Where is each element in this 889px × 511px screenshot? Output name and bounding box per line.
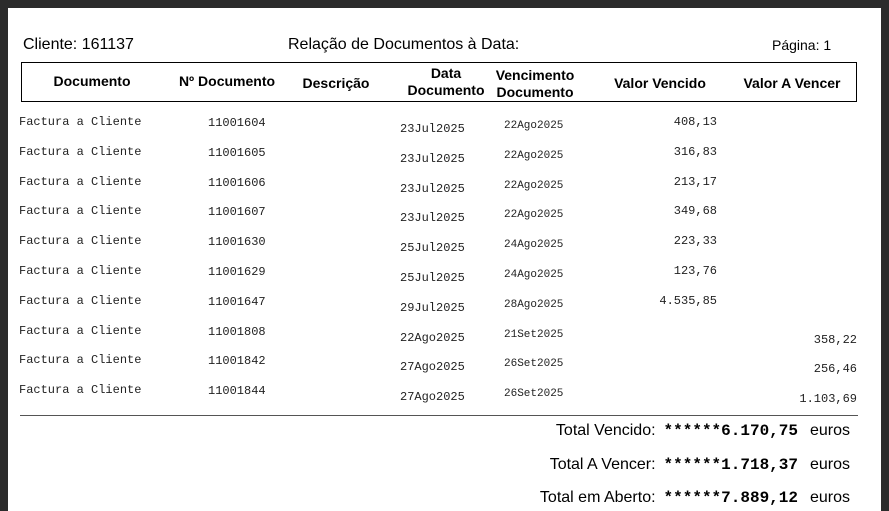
total-vencido-label: Total Vencido: — [555, 422, 656, 439]
col-valor-vencido: Valor Vencido — [614, 75, 706, 91]
row-valor-vencido: 123,76 — [673, 264, 717, 278]
col-data-documento-line2: Documento — [407, 82, 485, 98]
row-valor-vencido: 213,17 — [673, 174, 717, 189]
total-em-aberto-label: Total em Aberto: — [539, 489, 656, 506]
table-row: Factura a Cliente 11001844 27Ago2025 26Set2… — [8, 380, 881, 410]
row-numero: 11001647 — [208, 294, 266, 309]
total-vencido: Total Vencido: ******6.170,75 euros — [556, 422, 850, 440]
table-row: Factura a Cliente 11001630 25Jul2025 24Ago2… — [8, 231, 881, 261]
table-row: Factura a Cliente 11001605 23Jul2025 22Ago2… — [8, 142, 881, 172]
total-vencido-amount: ******6.170,75 — [663, 422, 798, 440]
row-documento: Factura a Cliente — [19, 293, 142, 308]
table-header: Documento Nº Documento Descrição Data Do… — [21, 62, 857, 102]
row-valor-vencido: 349,68 — [673, 204, 717, 219]
total-a-vencer: Total A Vencer: ******1.718,37 euros — [550, 456, 850, 474]
table-row: Factura a Cliente 11001647 29Jul2025 28Ago2… — [8, 291, 881, 321]
row-numero: 11001808 — [208, 324, 266, 339]
row-vencimento: 22Ago2025 — [504, 179, 564, 192]
row-data: 29Jul2025 — [400, 300, 465, 315]
row-valor-a-vencer: 1.103,69 — [799, 392, 857, 407]
row-numero: 11001629 — [208, 265, 266, 279]
table-row: Factura a Cliente 11001808 22Ago2025 21Set2… — [8, 321, 881, 351]
col-descricao: Descrição — [302, 75, 370, 91]
row-vencimento: 21Set2025 — [504, 328, 564, 341]
col-vencimento-line2: Documento — [496, 84, 574, 100]
row-data: 25Jul2025 — [400, 271, 465, 285]
row-vencimento: 26Set2025 — [504, 388, 564, 401]
row-documento: Factura a Cliente — [19, 234, 142, 249]
col-vencimento-line1: Vencimento — [495, 67, 575, 83]
row-valor-vencido: 316,83 — [673, 144, 717, 159]
row-vencimento: 28Ago2025 — [504, 298, 564, 311]
row-documento: Factura a Cliente — [19, 174, 142, 189]
row-data: 23Jul2025 — [400, 181, 465, 196]
total-vencido-currency: euros — [809, 422, 850, 439]
row-data: 27Ago2025 — [400, 390, 465, 405]
totals-divider — [20, 415, 858, 416]
table-row: Factura a Cliente 11001607 23Jul2025 22Ago2… — [8, 201, 881, 231]
row-numero: 11001844 — [208, 384, 266, 399]
row-documento: Factura a Cliente — [19, 383, 142, 398]
document-page: Cliente: 161137 Relação de Documentos à … — [8, 8, 881, 511]
row-vencimento: 24Ago2025 — [504, 269, 564, 281]
row-data: 23Jul2025 — [400, 122, 465, 136]
table-row: Factura a Cliente 11001604 23Jul2025 22Ago2… — [8, 112, 881, 142]
row-numero: 11001630 — [208, 235, 266, 250]
row-numero: 11001605 — [208, 145, 266, 160]
total-a-vencer-currency: euros — [809, 456, 850, 473]
row-vencimento: 22Ago2025 — [504, 120, 564, 132]
row-data: 23Jul2025 — [400, 151, 465, 166]
row-numero: 11001604 — [208, 116, 266, 130]
row-data: 22Ago2025 — [400, 330, 465, 345]
col-n-documento: Nº Documento — [178, 73, 276, 89]
row-vencimento: 24Ago2025 — [504, 239, 564, 252]
row-valor-vencido: 408,13 — [673, 115, 717, 129]
row-vencimento: 26Set2025 — [504, 358, 564, 371]
row-data: 27Ago2025 — [400, 360, 465, 375]
row-documento: Factura a Cliente — [19, 144, 142, 159]
row-vencimento: 22Ago2025 — [504, 209, 564, 222]
row-valor-a-vencer: 256,46 — [813, 362, 857, 377]
row-vencimento: 22Ago2025 — [504, 149, 564, 162]
row-numero: 11001842 — [208, 354, 266, 369]
row-documento: Factura a Cliente — [19, 115, 142, 129]
client-label: Cliente: 161137 — [23, 36, 134, 53]
row-documento: Factura a Cliente — [19, 353, 142, 368]
total-a-vencer-amount: ******1.718,37 — [663, 456, 798, 474]
row-numero: 11001607 — [208, 205, 266, 220]
row-documento: Factura a Cliente — [19, 264, 142, 278]
row-data: 23Jul2025 — [400, 211, 465, 226]
page-number: Página: 1 — [772, 37, 832, 53]
row-data: 25Jul2025 — [400, 241, 465, 256]
table-row: Factura a Cliente 11001629 25Jul2025 24Ago2… — [8, 261, 881, 291]
row-documento: Factura a Cliente — [19, 323, 142, 338]
col-data-documento: Data Documento — [400, 65, 492, 99]
col-vencimento-documento: Vencimento Documento — [488, 67, 582, 101]
total-em-aberto-currency: euros — [809, 489, 850, 506]
row-valor-a-vencer: 358,22 — [813, 332, 857, 347]
row-numero: 11001606 — [208, 175, 266, 190]
row-documento: Factura a Cliente — [19, 204, 142, 219]
report-title: Relação de Documentos à Data: — [288, 36, 520, 53]
col-documento: Documento — [53, 73, 131, 89]
row-valor-vencido: 223,33 — [673, 234, 717, 249]
row-valor-vencido: 4.535,85 — [659, 293, 717, 308]
table-row: Factura a Cliente 11001842 27Ago2025 26Set2… — [8, 350, 881, 380]
col-valor-a-vencer: Valor A Vencer — [743, 75, 841, 91]
total-em-aberto: Total em Aberto: ******7.889,12 euros — [540, 489, 850, 507]
col-data-documento-line1: Data — [430, 65, 462, 81]
total-a-vencer-label: Total A Vencer: — [549, 456, 656, 473]
total-em-aberto-amount: ******7.889,12 — [663, 489, 798, 507]
table-row: Factura a Cliente 11001606 23Jul2025 22Ago2… — [8, 172, 881, 202]
